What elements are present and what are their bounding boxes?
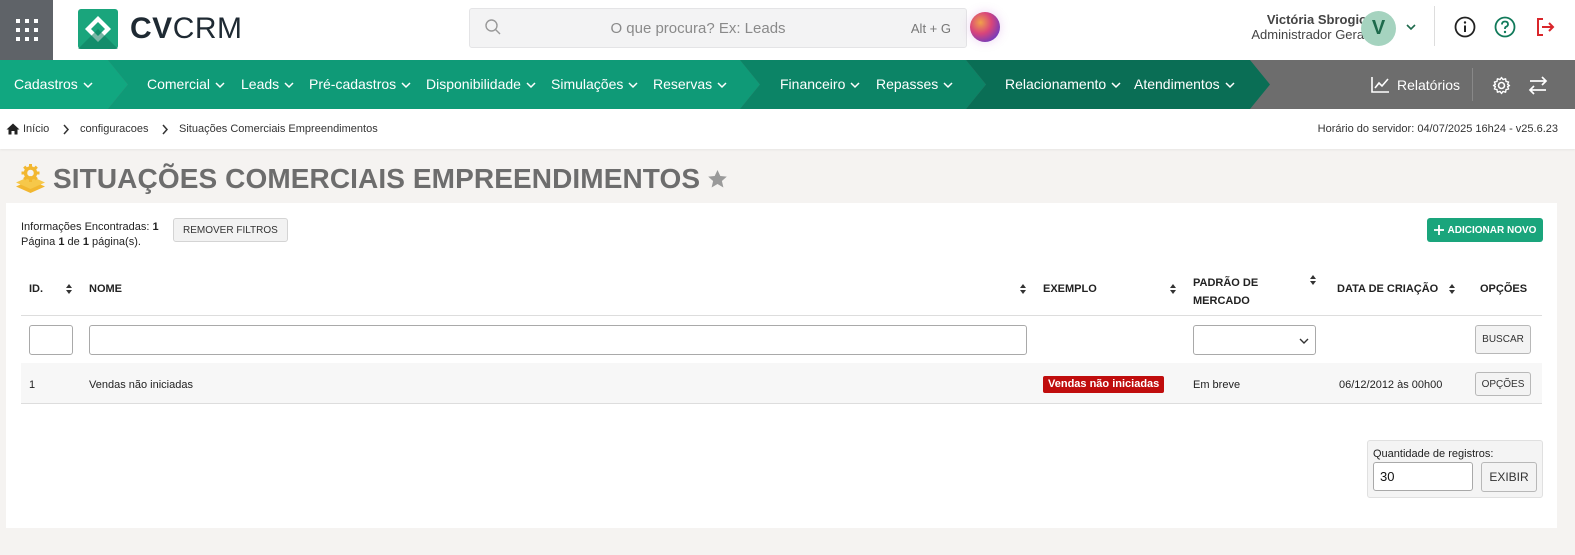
- search-shortcut-hint: Alt + G: [910, 21, 951, 36]
- settings-stack-icon: [16, 164, 45, 193]
- breadcrumb-current: Situações Comerciais Empreendimentos: [179, 123, 378, 135]
- chevron-right-icon: [63, 124, 70, 135]
- nav-item-simulacoes[interactable]: Simulações: [551, 60, 638, 109]
- sort-icon[interactable]: [65, 283, 73, 295]
- filter-market-select[interactable]: [1193, 325, 1316, 355]
- nav-item-leads[interactable]: Leads: [241, 60, 294, 109]
- filter-id-input[interactable]: [29, 325, 73, 355]
- nav-item-cadastros[interactable]: Cadastros: [14, 60, 93, 109]
- chevron-down-icon: [1111, 81, 1121, 88]
- favorite-star-icon[interactable]: [707, 169, 728, 189]
- nav-item-relacionamento[interactable]: Relacionamento: [1005, 60, 1121, 109]
- chart-line-icon: [1371, 77, 1389, 93]
- search-button[interactable]: BUSCAR: [1475, 325, 1531, 354]
- sort-icon[interactable]: [1019, 283, 1027, 295]
- chevron-down-icon: [215, 81, 225, 88]
- breadcrumb: Início configuracoes Situações Comerciai…: [0, 109, 1575, 149]
- nav-item-financeiro[interactable]: Financeiro: [780, 60, 860, 109]
- apps-grid-button[interactable]: [0, 0, 53, 60]
- divider: [21, 403, 1542, 404]
- main-nav: Cadastros Comercial Leads Pré-cadastros …: [0, 60, 1575, 109]
- column-header-market-standard[interactable]: PADRÃO DE MERCADO: [1193, 274, 1258, 310]
- chevron-down-icon: [1299, 338, 1309, 344]
- chevron-down-icon: [1225, 81, 1235, 88]
- logout-icon[interactable]: [1534, 16, 1556, 38]
- chevron-down-icon: [401, 81, 411, 88]
- info-icon[interactable]: [1454, 16, 1476, 38]
- sort-icon[interactable]: [1448, 283, 1456, 295]
- records-per-page: Quantidade de registros: EXIBIR: [1367, 440, 1543, 498]
- nav-item-atendimentos[interactable]: Atendimentos: [1134, 60, 1235, 109]
- show-button[interactable]: EXIBIR: [1481, 462, 1537, 492]
- chevron-down-icon: [284, 81, 294, 88]
- status-badge: Vendas não iniciadas: [1043, 376, 1165, 393]
- search-input[interactable]: [510, 9, 886, 47]
- divider: [1434, 6, 1435, 46]
- user-role: Administrador Geral: [1251, 27, 1367, 42]
- chevron-down-icon: [717, 81, 727, 88]
- row-options-button[interactable]: OPÇÕES: [1475, 372, 1531, 396]
- column-header-created[interactable]: DATA DE CRIAÇÃO: [1337, 283, 1438, 295]
- server-time: Horário do servidor: 04/07/2025 16h24 - …: [1317, 123, 1558, 135]
- home-icon: [6, 123, 20, 135]
- logo-wordmark: CVCRM: [130, 12, 243, 45]
- breadcrumb-home[interactable]: Início: [6, 123, 49, 135]
- plus-icon: [1433, 225, 1444, 235]
- add-new-button[interactable]: ADICIONAR NOVO: [1427, 218, 1543, 242]
- chevron-down-icon: [628, 81, 638, 88]
- remove-filters-button[interactable]: REMOVER FILTROS: [173, 218, 288, 242]
- sort-icon[interactable]: [1309, 274, 1317, 286]
- column-header-example[interactable]: EXEMPLO: [1043, 283, 1097, 295]
- cvcrm-logo[interactable]: CVCRM: [78, 8, 243, 50]
- nav-reports[interactable]: Relatórios: [1371, 60, 1460, 109]
- nav-item-pre-cadastros[interactable]: Pré-cadastros: [309, 60, 411, 109]
- chevron-down-icon: [943, 81, 953, 88]
- top-bar: CVCRM Alt + G Victória Sbrogio Administr…: [0, 0, 1575, 60]
- user-info[interactable]: Victória Sbrogio Administrador Geral: [1251, 12, 1367, 42]
- chevron-down-icon: [526, 81, 536, 88]
- chevron-down-icon: [850, 81, 860, 88]
- nav-item-disponibilidade[interactable]: Disponibilidade: [426, 60, 536, 109]
- column-header-options: OPÇÕES: [1480, 283, 1528, 295]
- nav-item-repasses[interactable]: Repasses: [876, 60, 953, 109]
- apps-grid-icon: [15, 19, 38, 41]
- gear-icon[interactable]: [1492, 76, 1511, 95]
- column-header-name[interactable]: NOME: [89, 283, 122, 295]
- sort-icon[interactable]: [1169, 283, 1177, 295]
- chevron-down-icon[interactable]: [1405, 22, 1417, 32]
- ai-assistant-orb-icon[interactable]: [970, 12, 1000, 42]
- chevron-down-icon: [83, 81, 93, 88]
- avatar[interactable]: V: [1361, 11, 1396, 46]
- row-name: Vendas não iniciadas: [89, 379, 193, 391]
- row-id: 1: [29, 379, 36, 391]
- records-per-page-input[interactable]: [1373, 462, 1473, 491]
- column-header-id[interactable]: ID.: [29, 283, 43, 295]
- records-per-page-label: Quantidade de registros:: [1373, 448, 1494, 460]
- table-row: [21, 363, 1542, 403]
- nav-item-reservas[interactable]: Reservas: [653, 60, 727, 109]
- search-icon: [485, 19, 501, 35]
- cvcrm-logo-icon: [78, 9, 118, 49]
- nav-item-comercial[interactable]: Comercial: [147, 60, 225, 109]
- content-card: Informações Encontradas: 1 Página 1 de 1…: [6, 203, 1557, 528]
- divider: [21, 315, 1542, 316]
- breadcrumb-configuracoes[interactable]: configuracoes: [80, 123, 149, 135]
- global-search: Alt + G: [469, 8, 967, 48]
- help-icon[interactable]: [1494, 16, 1516, 38]
- results-summary: Informações Encontradas: 1 Página 1 de 1…: [21, 221, 159, 248]
- user-name: Victória Sbrogio: [1266, 12, 1367, 27]
- page-title: SITUAÇÕES COMERCIAIS EMPREENDIMENTOS: [53, 163, 701, 194]
- divider: [1472, 68, 1473, 101]
- row-market: Em breve: [1193, 379, 1241, 391]
- filter-name-input[interactable]: [89, 325, 1027, 355]
- chevron-right-icon: [162, 124, 169, 135]
- page-header: SITUAÇÕES COMERCIAIS EMPREENDIMENTOS: [14, 160, 728, 198]
- row-created: 06/12/2012 às 00h00: [1339, 379, 1443, 391]
- swap-arrows-icon[interactable]: [1528, 76, 1548, 95]
